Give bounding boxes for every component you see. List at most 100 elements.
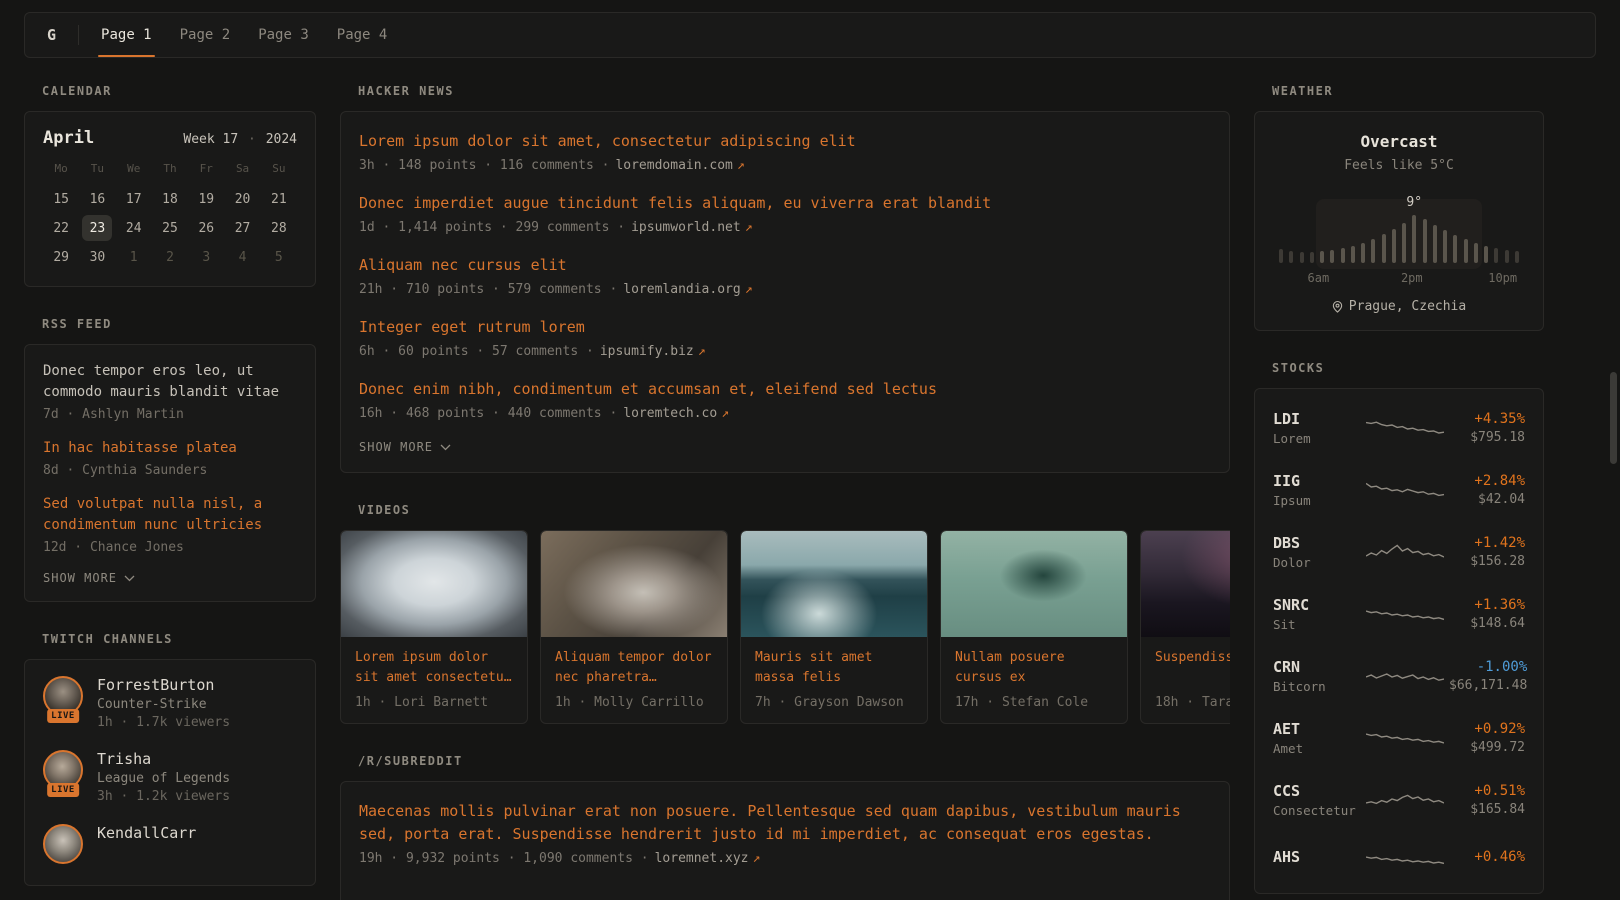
stock-row[interactable]: AETAmet +0.92%$499.72 xyxy=(1273,707,1525,769)
hn-item[interactable]: Donec enim nibh, condimentum et accumsan… xyxy=(359,378,1211,421)
rss-item[interactable]: Donec tempor eros leo, ut commodo mauris… xyxy=(43,361,297,422)
video-card[interactable]: Nullam posuere cursus ex 17h · Stefan Co… xyxy=(940,530,1128,724)
stock-row[interactable]: LDILorem +4.35%$795.18 xyxy=(1273,397,1525,459)
rss-item-title[interactable]: Sed volutpat nulla nisl, a condimentum n… xyxy=(43,494,297,536)
stock-row[interactable]: DBSDolor +1.42%$156.28 xyxy=(1273,521,1525,583)
video-title[interactable]: Aliquam tempor dolor nec pharetra… xyxy=(555,648,713,688)
hn-item-title[interactable]: Donec enim nibh, condimentum et accumsan… xyxy=(359,378,1211,401)
hn-item-stats: 1d · 1,414 points · 299 comments · xyxy=(359,220,625,235)
hn-item[interactable]: Integer eget rutrum lorem 6h · 60 points… xyxy=(359,316,1211,359)
map-pin-icon xyxy=(1332,300,1343,314)
video-meta: 17h · Stefan Cole xyxy=(955,695,1113,710)
video-title[interactable]: Mauris sit amet massa felis xyxy=(755,648,913,688)
subreddit-item-title[interactable]: Maecenas mollis pulvinar erat non posuer… xyxy=(359,800,1211,846)
hn-item-title[interactable]: Aliquam nec cursus elit xyxy=(359,254,1211,277)
stock-change: +0.46% xyxy=(1449,849,1525,865)
channel-name[interactable]: KendallCarr xyxy=(97,824,196,842)
stock-symbol: CCS xyxy=(1273,782,1361,800)
weather-location: Prague, Czechia xyxy=(1271,299,1527,314)
rss-item-title[interactable]: Donec tempor eros leo, ut commodo mauris… xyxy=(43,361,297,403)
show-more-label: SHOW MORE xyxy=(43,571,117,585)
video-title[interactable]: Suspendisse diam xyxy=(1155,648,1230,688)
tab-page-2[interactable]: Page 2 xyxy=(180,13,231,57)
videos-widget: VIDEOS Lorem ipsum dolor sit amet consec… xyxy=(340,503,1230,724)
video-meta: 7h · Grayson Dawson xyxy=(755,695,913,710)
hn-item-domain[interactable]: ipsumify.biz xyxy=(600,344,694,359)
video-card[interactable]: Aliquam tempor dolor nec pharetra… 1h · … xyxy=(540,530,728,724)
hn-item-meta: 21h · 710 points · 579 comments ·loremla… xyxy=(359,282,1211,297)
video-thumbnail[interactable] xyxy=(741,531,927,637)
weather-bar xyxy=(1361,243,1365,263)
calendar-day: 19 xyxy=(188,186,224,212)
stock-row[interactable]: AHS +0.46% xyxy=(1273,831,1525,885)
page-tabs: Page 1 Page 2 Page 3 Page 4 xyxy=(101,13,387,57)
video-card[interactable]: Lorem ipsum dolor sit amet consectetu… 1… xyxy=(340,530,528,724)
hn-item-domain[interactable]: loremtech.co xyxy=(623,406,717,421)
rss-item[interactable]: In hac habitasse platea 8d · Cynthia Sau… xyxy=(43,438,297,478)
tab-page-1[interactable]: Page 1 xyxy=(101,13,152,57)
channel-meta: 1h · 1.7k viewers xyxy=(97,715,230,730)
hacker-news-card: Lorem ipsum dolor sit amet, consectetur … xyxy=(340,111,1230,473)
section-title-calendar: CALENDAR xyxy=(42,84,316,98)
twitch-channel[interactable]: LIVE ForrestBurton Counter-Strike 1h · 1… xyxy=(43,676,297,730)
top-bar: G Page 1 Page 2 Page 3 Page 4 xyxy=(24,12,1596,58)
video-thumbnail[interactable] xyxy=(941,531,1127,637)
section-title-weather: WEATHER xyxy=(1272,84,1544,98)
hn-item-domain[interactable]: ipsumworld.net xyxy=(631,220,741,235)
calendar-day: 22 xyxy=(43,215,79,241)
video-thumbnail[interactable] xyxy=(541,531,727,637)
video-card[interactable]: Suspendisse diam 18h · Tara xyxy=(1140,530,1230,724)
scrollbar-thumb[interactable] xyxy=(1610,372,1617,464)
channel-name[interactable]: ForrestBurton xyxy=(97,676,230,694)
avatar: LIVE xyxy=(43,676,83,721)
stock-name: Sit xyxy=(1273,617,1361,632)
video-title[interactable]: Lorem ipsum dolor sit amet consectetu… xyxy=(355,648,513,688)
hn-item-meta: 1d · 1,414 points · 299 comments · ipsumw… xyxy=(359,220,1211,235)
video-title[interactable]: Nullam posuere cursus ex xyxy=(955,648,1113,688)
show-more-button[interactable]: SHOW MORE xyxy=(359,440,1211,454)
stock-symbol: AET xyxy=(1273,720,1361,738)
calendar-separator: · xyxy=(246,132,258,147)
weather-bar xyxy=(1289,251,1293,263)
hn-item[interactable]: Donec imperdiet augue tincidunt felis al… xyxy=(359,192,1211,235)
hn-item[interactable]: Lorem ipsum dolor sit amet, consectetur … xyxy=(359,130,1211,173)
stock-change: +2.84% xyxy=(1449,473,1525,489)
rss-item-title[interactable]: In hac habitasse platea xyxy=(43,438,297,459)
video-thumbnail[interactable] xyxy=(1141,531,1230,637)
show-more-button[interactable]: SHOW MORE xyxy=(43,571,297,585)
hn-item-domain[interactable]: loremlandia.org xyxy=(623,282,740,297)
calendar-day: 24 xyxy=(116,215,152,241)
video-thumbnail[interactable] xyxy=(341,531,527,637)
avatar: LIVE xyxy=(43,750,83,795)
left-column: CALENDAR April Week 17 · 2024 Mo Tu We T… xyxy=(24,84,316,900)
section-title-videos: VIDEOS xyxy=(358,503,1230,517)
tab-page-4[interactable]: Page 4 xyxy=(337,13,388,57)
stock-row[interactable]: CRNBitcorn -1.00%$66,171.48 xyxy=(1273,645,1525,707)
tab-page-3[interactable]: Page 3 xyxy=(258,13,309,57)
twitch-widget: TWITCH CHANNELS LIVE ForrestBurton Count… xyxy=(24,632,316,886)
stock-row[interactable]: IIGIpsum +2.84%$42.04 xyxy=(1273,459,1525,521)
calendar-month: April xyxy=(43,128,94,148)
stock-change: +1.36% xyxy=(1449,597,1525,613)
stock-row[interactable]: CCSConsectetur +0.51%$165.84 xyxy=(1273,769,1525,831)
rss-item-meta: 12d · Chance Jones xyxy=(43,540,297,555)
weather-bar xyxy=(1474,243,1478,263)
stock-symbol: SNRC xyxy=(1273,596,1361,614)
show-more-label: SHOW MORE xyxy=(359,440,433,454)
hn-item-domain[interactable]: loremdomain.com xyxy=(615,158,732,173)
twitch-channel[interactable]: LIVE Trisha League of Legends 3h · 1.2k … xyxy=(43,750,297,804)
hn-item-title[interactable]: Integer eget rutrum lorem xyxy=(359,316,1211,339)
video-card[interactable]: Mauris sit amet massa felis 7h · Grayson… xyxy=(740,530,928,724)
stock-row[interactable]: SNRCSit +1.36%$148.64 xyxy=(1273,583,1525,645)
subreddit-item-domain[interactable]: loremnet.xyz xyxy=(655,851,749,866)
subreddit-item[interactable]: Maecenas mollis pulvinar erat non posuer… xyxy=(359,800,1211,866)
hn-item-title[interactable]: Donec imperdiet augue tincidunt felis al… xyxy=(359,192,1211,215)
twitch-channel[interactable]: KendallCarr xyxy=(43,824,297,869)
calendar-dow: Tu xyxy=(79,162,115,183)
rss-item[interactable]: Sed volutpat nulla nisl, a condimentum n… xyxy=(43,494,297,555)
stock-change: +4.35% xyxy=(1449,411,1525,427)
hn-item-title[interactable]: Lorem ipsum dolor sit amet, consectetur … xyxy=(359,130,1211,153)
app-logo[interactable]: G xyxy=(47,26,56,44)
hn-item[interactable]: Aliquam nec cursus elit 21h · 710 points… xyxy=(359,254,1211,297)
channel-name[interactable]: Trisha xyxy=(97,750,230,768)
